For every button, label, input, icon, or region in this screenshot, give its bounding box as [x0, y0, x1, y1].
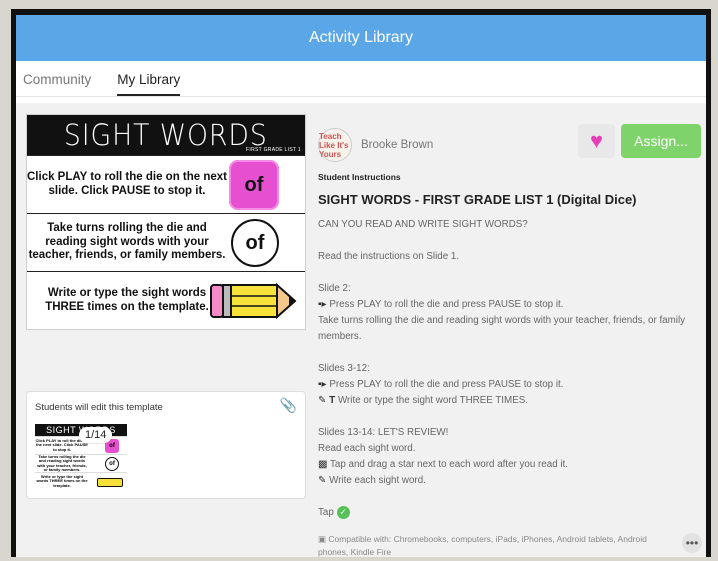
compatibility-text: Compatible with: Chromebooks, computers,…: [318, 534, 647, 557]
assign-button[interactable]: Assign...: [621, 124, 701, 158]
tab-bar: Community My Library: [16, 61, 706, 97]
instructions-text: Slides 3-12:: [318, 363, 370, 374]
instructions-line: ▪▸ Press PLAY to roll the die and press …: [318, 297, 703, 313]
video-camera-icon: ▪▸: [318, 379, 327, 390]
slide-title: SIGHT WORDS: [64, 118, 268, 152]
instructions-text: CAN YOU READ AND WRITE SIGHT WORDS?: [318, 219, 528, 230]
instructions-text: Slide 2:: [318, 283, 351, 294]
thumbnail-row: Write or type the sight words THREE time…: [35, 472, 127, 490]
app: Activity Library Community My Library SI…: [16, 15, 706, 557]
speech-bubble-die-icon: of: [231, 219, 279, 267]
thumbnail-row-text: Write or type the sight words THREE time…: [36, 473, 88, 488]
more-options-button[interactable]: •••: [682, 533, 702, 553]
tab-my-library[interactable]: My Library: [117, 72, 181, 96]
slide-row-text: Click PLAY to roll the die on the next s…: [27, 171, 228, 197]
header: Activity Library: [16, 15, 706, 61]
instructions-text: Tap and drag a star next to each word af…: [330, 459, 568, 470]
instructions-line: ✎ Write each sight word.: [318, 473, 703, 489]
instructions-text: Read the instructions on Slide 1.: [318, 251, 460, 262]
instructions-text: Read each sight word.: [318, 443, 416, 454]
video-camera-icon: ▪▸: [318, 299, 327, 310]
text-icon: T: [329, 395, 336, 406]
instructions-text: Write or type the sight word THREE TIMES…: [337, 395, 528, 406]
slide-row: Write or type the sight words THREE time…: [27, 271, 305, 329]
activity-title: SIGHT WORDS - FIRST GRADE LIST 1 (Digita…: [318, 192, 637, 207]
tab-community[interactable]: Community: [23, 72, 91, 96]
instructions-line: Tap ✓: [318, 505, 703, 521]
favorite-button[interactable]: ♥: [578, 124, 615, 158]
speech-bubble-die-icon: of: [105, 457, 119, 471]
compatibility-info: ▣ Compatible with: Chromebooks, computer…: [318, 533, 678, 557]
pink-die-icon: of: [229, 160, 279, 210]
slide-row: Click PLAY to roll the die on the next s…: [27, 155, 305, 213]
window-frame: Activity Library Community My Library SI…: [11, 9, 711, 557]
pencil-icon: [97, 478, 123, 487]
avatar[interactable]: Teach Like It's Yours: [318, 128, 352, 162]
instructions-text: Take turns rolling the die and reading s…: [318, 315, 686, 342]
slide-row: Take turns rolling the die and reading s…: [27, 213, 305, 271]
template-card[interactable]: Students will edit this template 📎 SIGHT…: [26, 391, 306, 499]
slide-header: SIGHT WORDS FIRST GRADE LIST 1: [27, 115, 305, 155]
instructions-label: Student Instructions: [318, 172, 401, 182]
instructions-text: Write each sight word.: [329, 475, 426, 486]
instructions-text: Press PLAY to roll the die and press PAU…: [329, 299, 564, 310]
pen-icon: ✎: [318, 395, 327, 406]
move-icon: ▩: [318, 459, 328, 470]
instructions-text: Press PLAY to roll the die and press PAU…: [329, 379, 564, 390]
instructions-line: ▩ Tap and drag a star next to each word …: [318, 457, 703, 473]
paperclip-icon: 📎: [279, 397, 297, 413]
instructions-text: Slides 13-14: LET'S REVIEW!: [318, 427, 449, 438]
thumbnail-row-text: Take turns rolling the die and reading s…: [37, 453, 87, 472]
main-content: SIGHT WORDS FIRST GRADE LIST 1 Click PLA…: [16, 103, 706, 557]
pencil-icon: [210, 282, 297, 320]
template-card-title: Students will edit this template: [35, 402, 163, 413]
slide-row-text: Take turns rolling the die and reading s…: [28, 222, 226, 262]
thumbnail-row: Take turns rolling the die and reading s…: [35, 454, 127, 472]
heart-icon: ♥: [589, 128, 604, 153]
slide-subtitle: FIRST GRADE LIST 1: [246, 147, 301, 153]
device-icon: ▣: [318, 534, 327, 544]
author-name[interactable]: Brooke Brown: [361, 139, 433, 151]
instructions-body: CAN YOU READ AND WRITE SIGHT WORDS? Read…: [318, 217, 703, 521]
pen-icon: ✎: [318, 475, 327, 486]
slide-row-text: Write or type the sight words THREE time…: [45, 287, 209, 313]
slide-preview[interactable]: SIGHT WORDS FIRST GRADE LIST 1 Click PLA…: [26, 114, 306, 330]
instructions-line: ▪▸ Press PLAY to roll the die and press …: [318, 377, 703, 393]
check-icon: ✓: [336, 505, 350, 519]
instructions-line: ✎ T Write or type the sight word THREE T…: [318, 393, 703, 409]
page-counter: 1/14: [79, 427, 113, 443]
page-title: Activity Library: [308, 29, 414, 46]
tap-label: Tap: [318, 507, 334, 518]
